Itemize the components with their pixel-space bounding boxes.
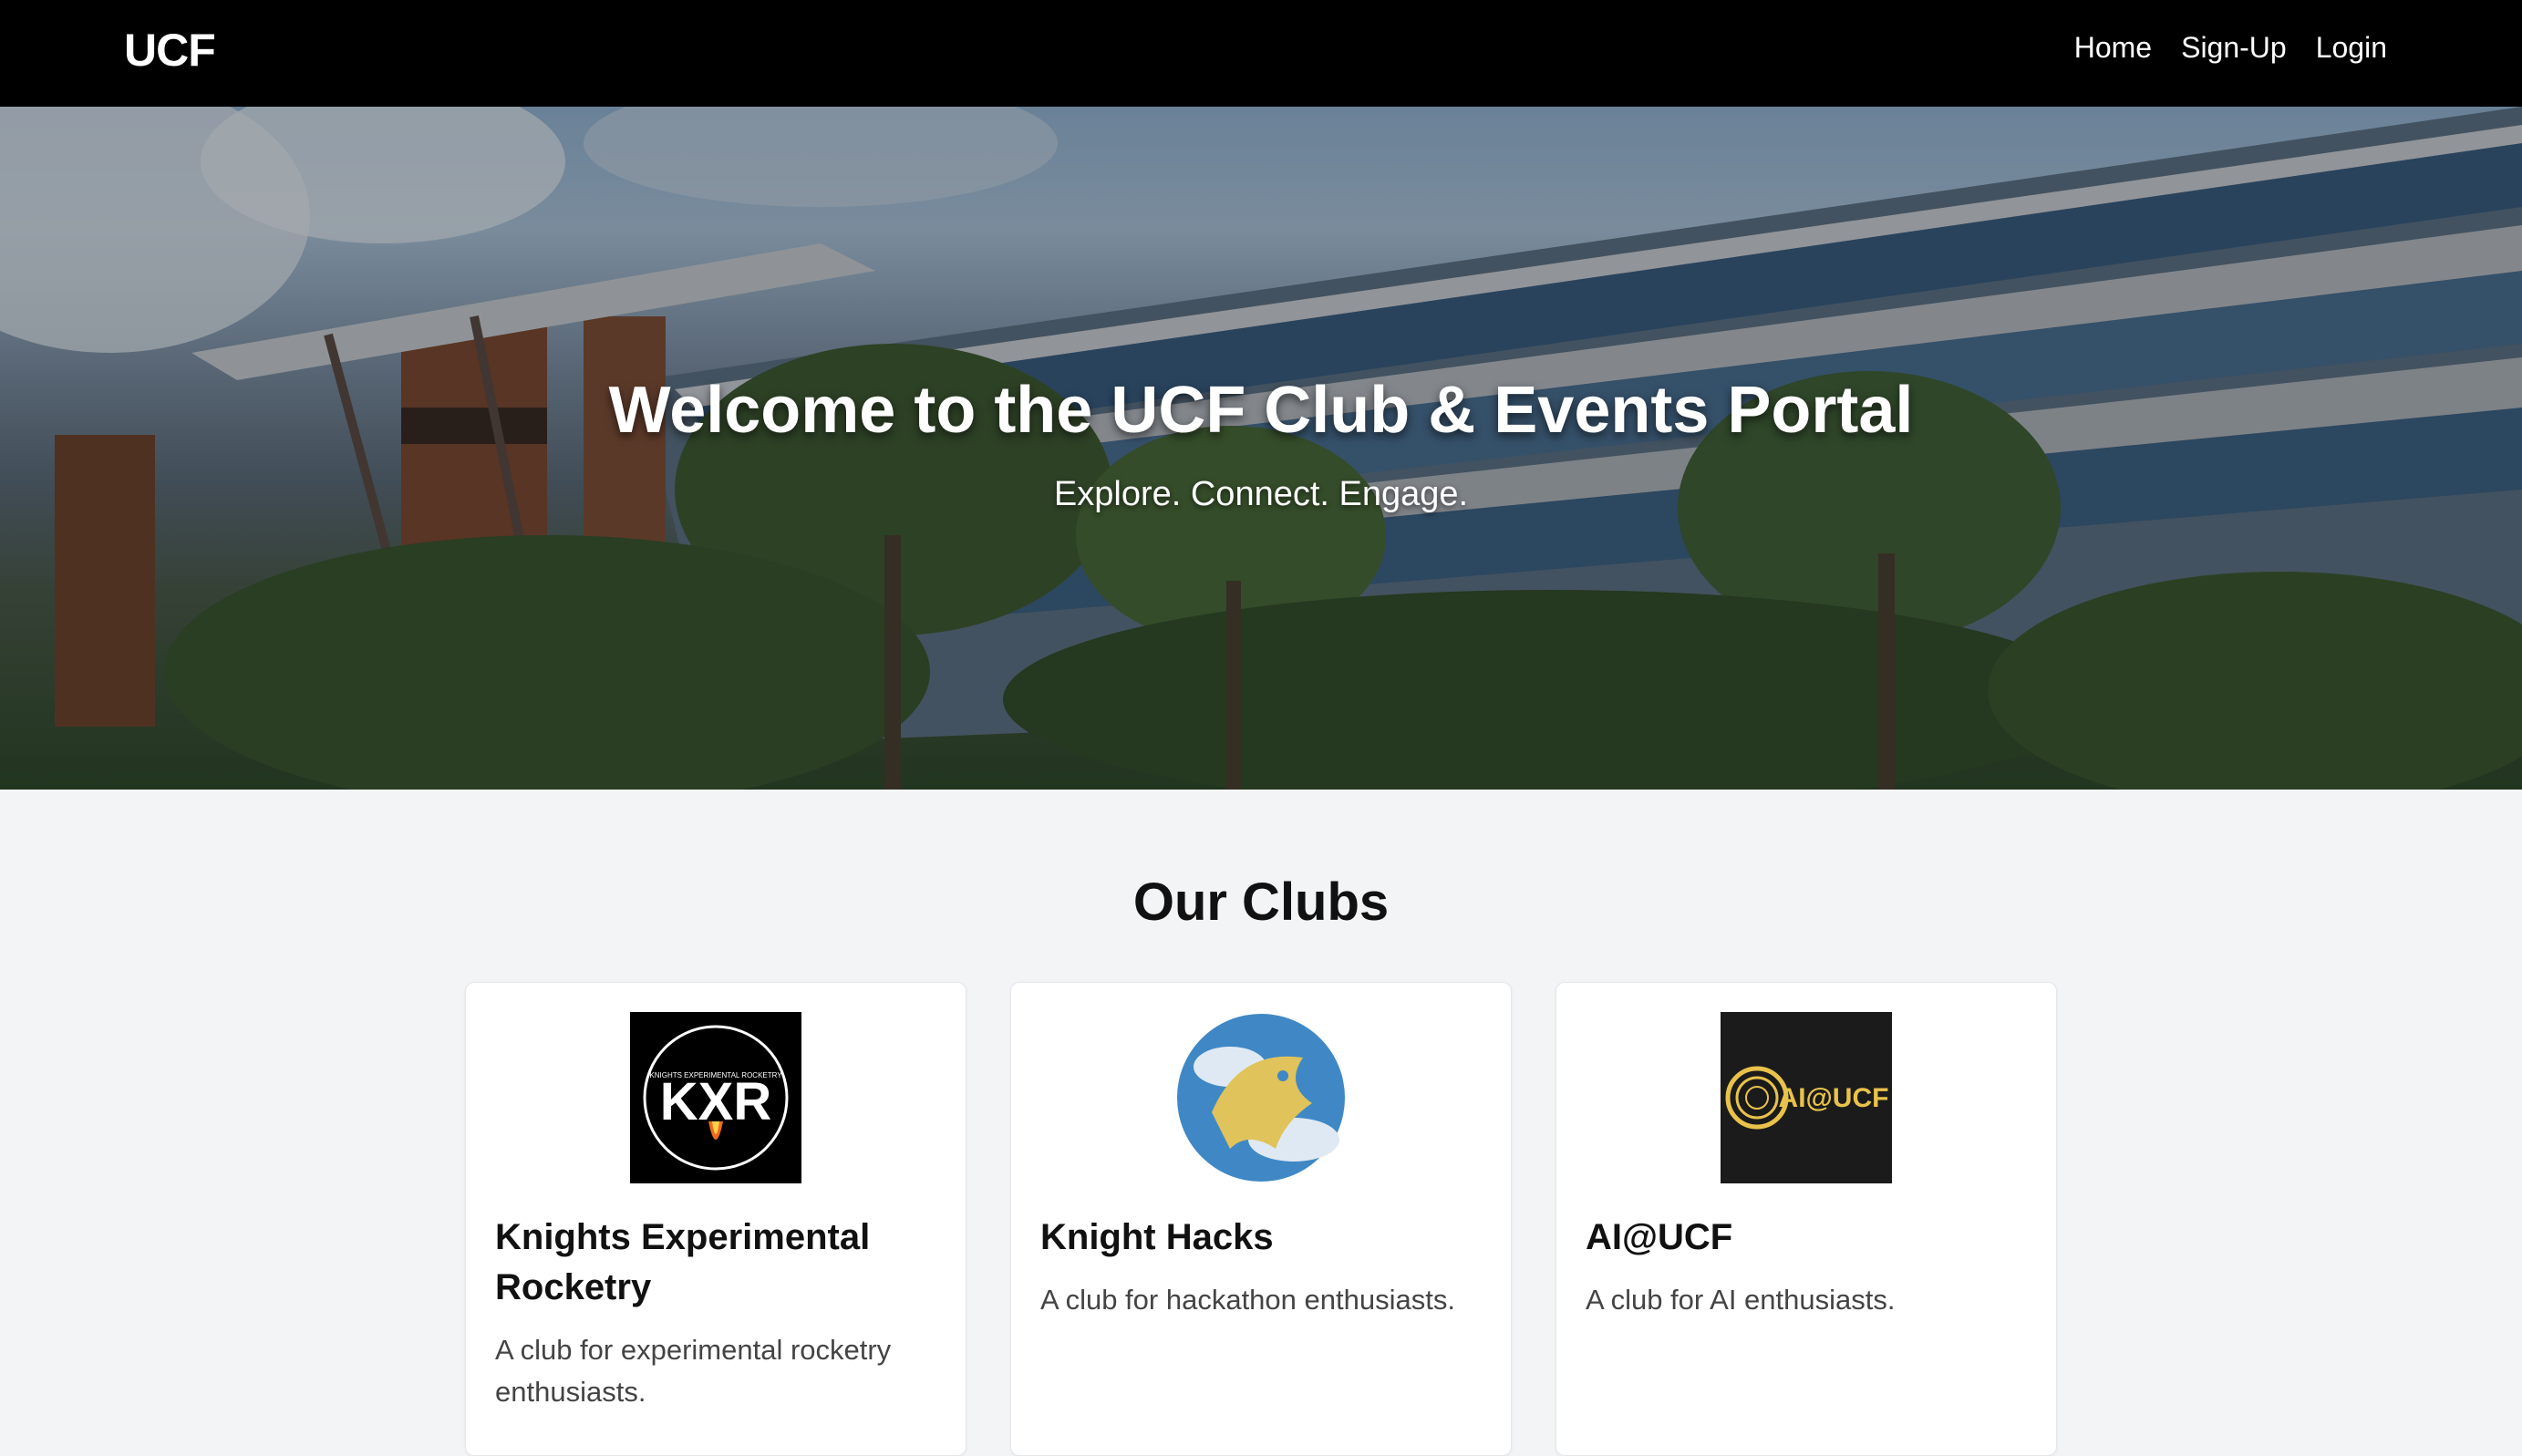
nav-login-link[interactable]: Login (2316, 31, 2387, 65)
clubs-section-title: Our Clubs (1132, 873, 1390, 932)
nav-signup-link[interactable]: Sign-Up (2181, 31, 2287, 65)
navbar: UCF Home Sign-Up Login (0, 0, 2522, 107)
kxr-logo: KNIGHTS EXPERIMENTAL ROCKETRY KXR (630, 1012, 801, 1183)
club-name: Knights Experimental Rocketry (495, 1217, 871, 1307)
hero-subtitle: Explore. Connect. Engage. (1053, 475, 1469, 513)
hero-title: Welcome to the UCF Club & Events Portal (608, 374, 1914, 447)
club-card-knight-hacks[interactable]: Knight Hacks A club for hackathon enthus… (1010, 982, 1512, 1456)
nav-links: Home Sign-Up Login (2074, 31, 2387, 65)
club-description: A club for AI enthusiasts. (1586, 1284, 1896, 1316)
knight-hacks-logo (1177, 1014, 1345, 1182)
club-card-kxr[interactable]: KNIGHTS EXPERIMENTAL ROCKETRY KXR Knight… (465, 982, 966, 1456)
club-name: AI@UCF (1586, 1217, 1733, 1257)
hero-overlay (0, 107, 2522, 790)
brand-logo[interactable]: UCF (124, 24, 216, 77)
ai-ucf-logo: AI@UCF (1721, 1012, 1892, 1183)
ai-ucf-logo-text: AI@UCF (1779, 1083, 1889, 1113)
nav-home-link[interactable]: Home (2074, 31, 2152, 65)
club-description: A club for experimental rocketry enthusi… (495, 1334, 892, 1408)
club-card-ai-ucf[interactable]: AI@UCF AI@UCF A club for AI enthusiasts. (1556, 982, 2057, 1456)
hero-banner: Welcome to the UCF Club & Events Portal … (0, 107, 2522, 790)
club-description: A club for hackathon enthusiasts. (1040, 1284, 1455, 1316)
club-cards: KNIGHTS EXPERIMENTAL ROCKETRY KXR Knight… (465, 982, 2057, 1456)
club-name: Knight Hacks (1040, 1217, 1274, 1257)
